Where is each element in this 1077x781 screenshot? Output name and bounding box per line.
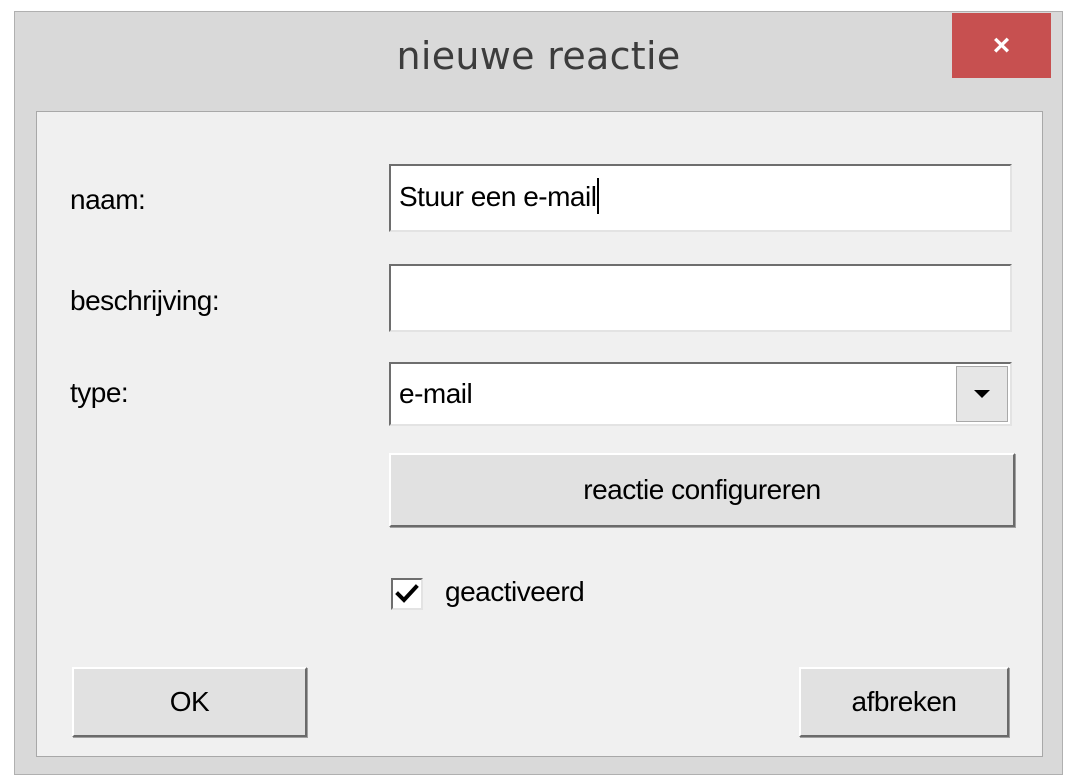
beschrijving-label: beschrijving: — [70, 285, 220, 316]
beschrijving-input[interactable] — [389, 264, 1012, 332]
window-title: nieuwe reactie — [396, 34, 681, 78]
dialog-content: naam: Stuur een e-mail beschrijving: typ… — [36, 111, 1043, 757]
close-button[interactable]: × — [952, 13, 1051, 78]
naam-label: naam: — [70, 184, 146, 215]
close-icon: × — [992, 28, 1011, 62]
type-selected-value: e-mail — [399, 378, 473, 409]
type-select[interactable]: e-mail — [389, 362, 1012, 426]
activated-label[interactable]: geactiveerd — [445, 576, 585, 608]
type-dropdown-button[interactable] — [956, 366, 1008, 422]
naam-input-value: Stuur een e-mail — [399, 178, 600, 214]
cancel-button[interactable]: afbreken — [799, 667, 1009, 737]
configure-reaction-button[interactable]: reactie configureren — [389, 453, 1015, 527]
naam-input[interactable]: Stuur een e-mail — [389, 164, 1012, 232]
text-caret — [597, 178, 600, 214]
ok-button[interactable]: OK — [72, 667, 307, 737]
type-label: type: — [70, 377, 129, 408]
dialog-window: nieuwe reactie × naam: Stuur een e-mail … — [14, 11, 1063, 775]
title-bar[interactable]: nieuwe reactie × — [15, 12, 1062, 111]
chevron-down-icon — [974, 390, 990, 398]
activated-checkbox[interactable] — [391, 578, 423, 610]
checkmark-icon — [395, 584, 419, 603]
